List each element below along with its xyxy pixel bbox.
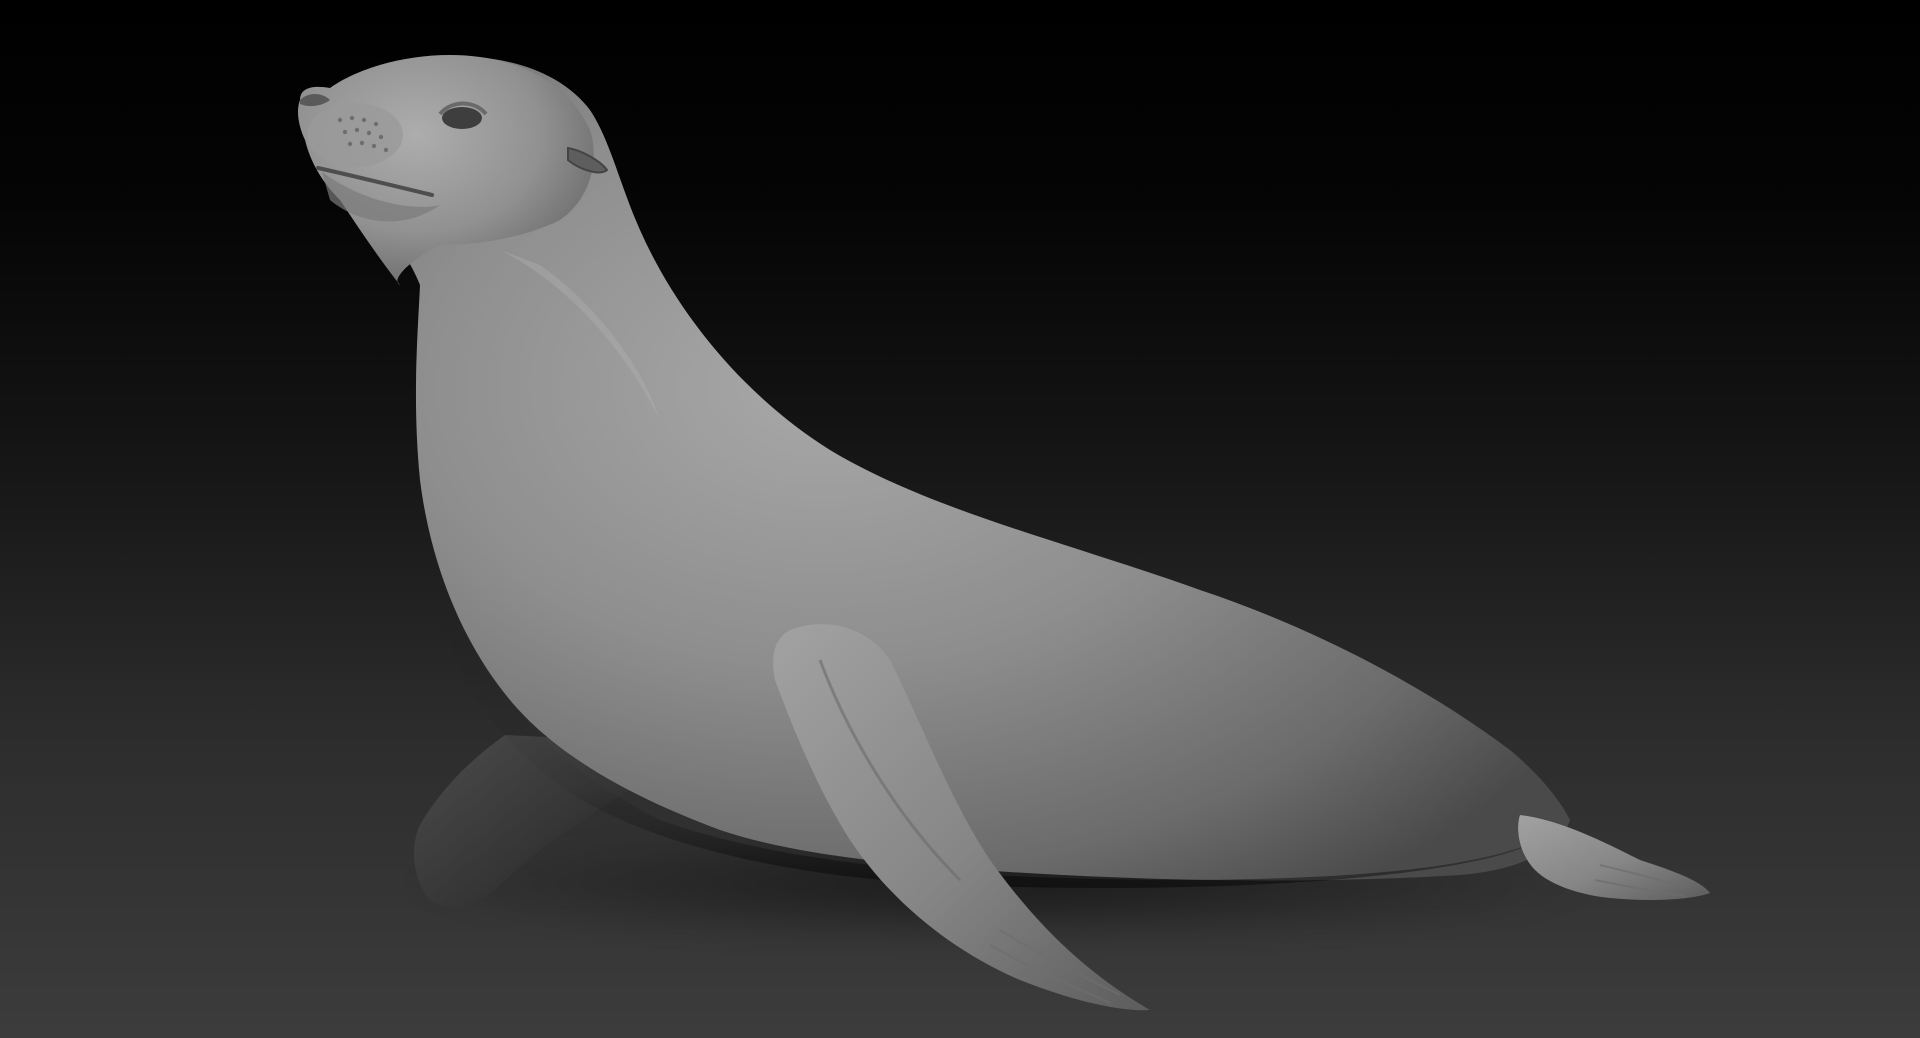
eye	[442, 107, 482, 129]
muzzle	[307, 103, 403, 167]
sculpt-viewport	[0, 0, 1920, 1038]
sea-lion-render	[297, 55, 1710, 1011]
